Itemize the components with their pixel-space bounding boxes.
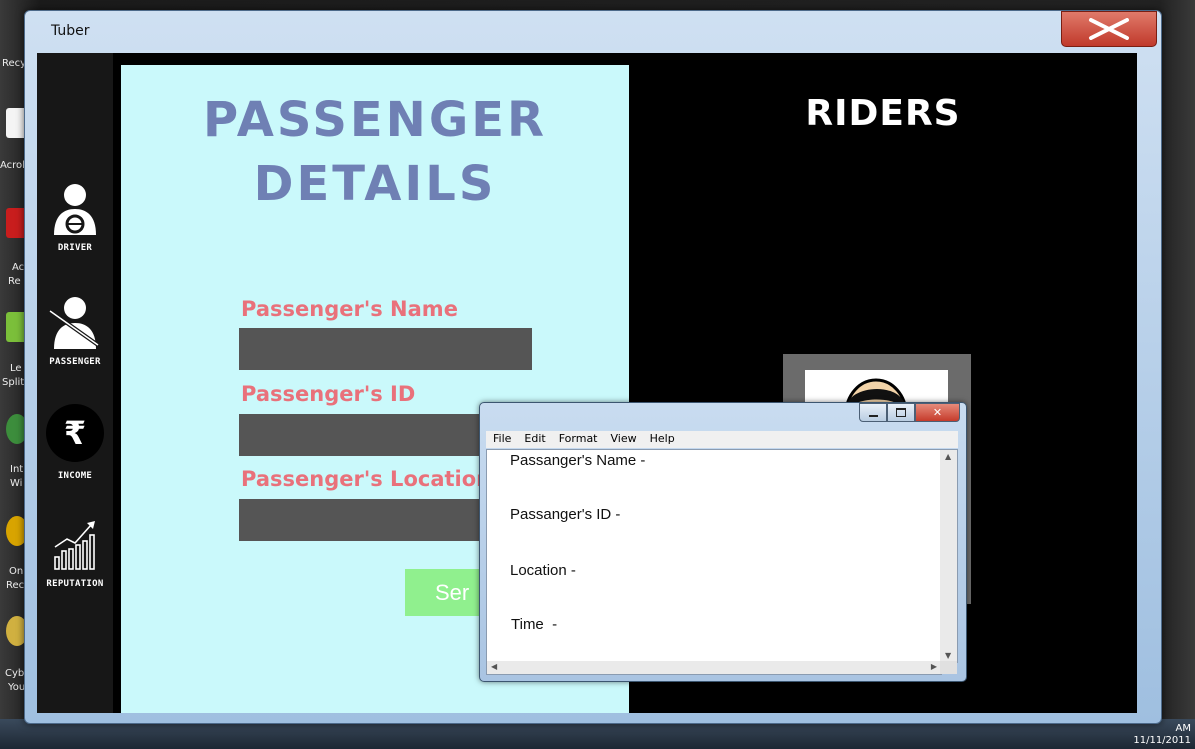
resize-grip[interactable]	[940, 661, 957, 674]
desktop-icon-label[interactable]: Re	[8, 276, 21, 287]
passenger-icon	[48, 297, 100, 349]
scroll-right-icon[interactable]: ▶	[931, 662, 937, 671]
desktop-icon-label[interactable]: Ac	[12, 262, 24, 273]
text-line: Passanger's ID -	[510, 506, 621, 523]
text-line: Passanger's Name -	[510, 452, 646, 469]
desktop-icon-label[interactable]: Acrol	[0, 160, 25, 171]
window-close-button[interactable]	[1061, 11, 1157, 47]
desktop-icon-label[interactable]: Cyb	[5, 668, 24, 679]
minimize-icon	[868, 414, 878, 417]
desktop-icon-label[interactable]: Le	[10, 363, 22, 374]
notepad-window: ✕ File Edit Format View Help Passanger's…	[479, 402, 967, 682]
scroll-up-icon[interactable]: ▲	[945, 452, 951, 461]
notepad-menu-bar: File Edit Format View Help	[486, 431, 958, 448]
riders-title: RIDERS	[805, 93, 961, 134]
maximize-icon	[896, 408, 906, 417]
sidebar-item-reputation[interactable]: REPUTATION	[37, 519, 113, 589]
chart-growth-icon	[54, 521, 95, 570]
page-title-line1: PASSENGER	[202, 92, 547, 148]
menu-format[interactable]: Format	[552, 431, 604, 448]
sidebar-item-label: INCOME	[57, 471, 93, 481]
menu-help[interactable]: Help	[643, 431, 681, 448]
notepad-window-controls: ✕	[859, 403, 960, 422]
horizontal-scrollbar[interactable]: ◀ ▶	[486, 661, 942, 675]
menu-view[interactable]: View	[604, 431, 643, 448]
desktop-icon-label[interactable]: Wi	[10, 478, 22, 489]
close-icon: ✕	[932, 406, 943, 419]
rupee-icon: ₹	[46, 404, 104, 462]
notepad-close-button[interactable]: ✕	[915, 403, 960, 422]
menu-file[interactable]: File	[486, 431, 517, 448]
id-field-label: Passenger's ID	[241, 382, 416, 406]
maximize-button[interactable]	[887, 403, 915, 422]
passenger-name-input[interactable]	[239, 328, 532, 370]
clock-time: AM	[1175, 723, 1191, 734]
desktop-icon-label[interactable]: On	[9, 566, 23, 577]
page-title-line2: DETAILS	[253, 156, 497, 212]
notepad-text-area[interactable]: Passanger's Name - Passanger's ID - Loca…	[486, 449, 942, 663]
desktop-icon-label[interactable]: You	[8, 682, 25, 693]
scroll-down-icon[interactable]: ▼	[945, 651, 951, 660]
sidebar-item-income[interactable]: ₹ INCOME	[37, 403, 113, 481]
window-title: Tuber	[51, 23, 90, 39]
scroll-left-icon[interactable]: ◀	[491, 662, 497, 671]
desktop-icon-label[interactable]: Split	[2, 377, 24, 388]
sidebar-item-driver[interactable]: DRIVER	[37, 179, 113, 253]
svg-text:₹: ₹	[64, 414, 86, 452]
submit-button-label: Ser	[435, 580, 470, 605]
clock-date: 11/11/2011	[1133, 735, 1191, 746]
text-line: Time -	[511, 616, 558, 633]
name-field-label: Passenger's Name	[241, 297, 458, 321]
vertical-scrollbar[interactable]: ▲ ▼	[940, 449, 958, 663]
minimize-button[interactable]	[859, 403, 887, 422]
desktop-icon-label[interactable]: Rec	[6, 580, 24, 591]
sidebar-item-label: REPUTATION	[46, 579, 104, 589]
desktop-icon-label[interactable]: Int	[10, 464, 23, 475]
menu-edit[interactable]: Edit	[517, 431, 551, 448]
sidebar-item-label: PASSENGER	[49, 357, 101, 367]
desktop-icon-label[interactable]: Recy	[2, 58, 26, 69]
close-icon	[1089, 18, 1129, 40]
taskbar-clock[interactable]: AM 11/11/2011	[1133, 723, 1191, 747]
location-field-label: Passenger's Location	[241, 467, 492, 491]
sidebar-item-passenger[interactable]: PASSENGER	[37, 291, 113, 367]
sidebar-item-label: DRIVER	[57, 243, 93, 253]
sidebar: DRIVER PASSENGER ₹ INCOME REPUTATION	[37, 53, 113, 713]
text-line: Location -	[510, 562, 576, 579]
driver-icon	[54, 184, 96, 235]
